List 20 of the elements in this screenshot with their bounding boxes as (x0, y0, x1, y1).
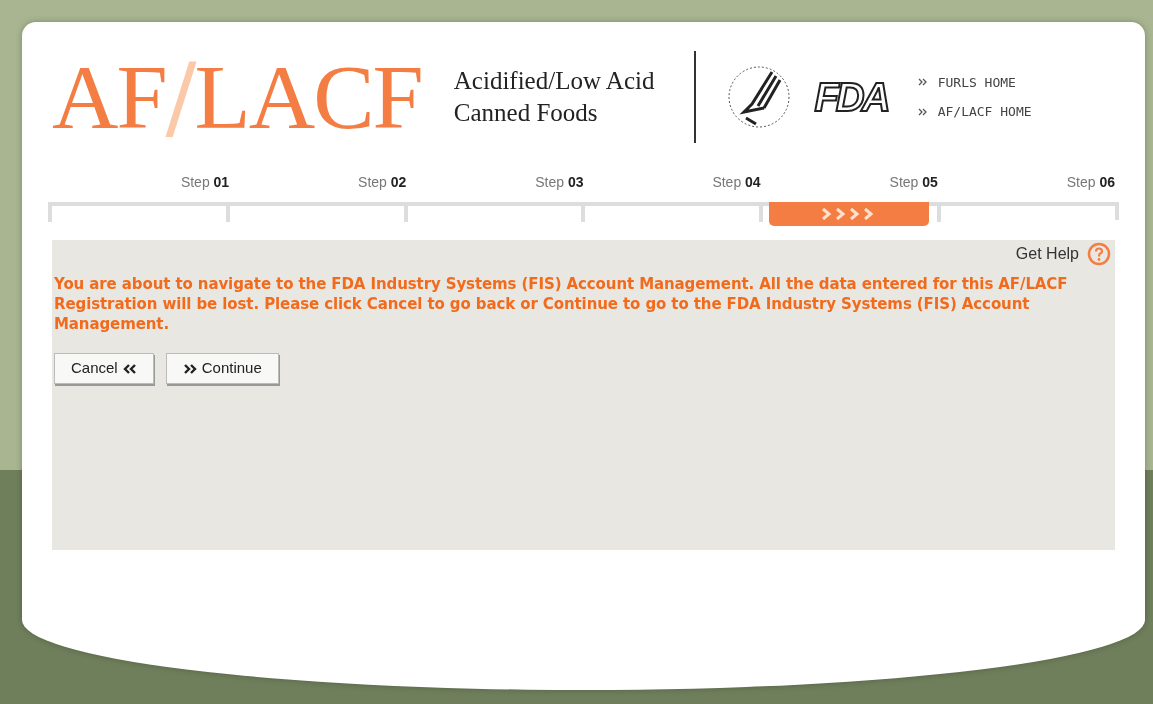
site-subtitle: Acidified/Low Acid Canned Foods (453, 66, 655, 128)
step-label: Step 05 (889, 174, 938, 190)
step-label: Step 03 (535, 174, 584, 190)
help-icon[interactable] (1087, 242, 1111, 266)
double-chevron-left-icon (122, 362, 137, 375)
nav-link[interactable]: FURLS HOME (937, 72, 1016, 92)
continue-button[interactable]: Continue (165, 353, 279, 384)
warning-message: You are about to navigate to the FDA Industry Systems (FIS) Account Management. All the data entered for this AF/LACF Registration will be lost. Please click Cancel to go back or Continue to go to the FDA Industry Systems (FIS) Account Management. (54, 274, 1069, 334)
agency-wordmark: FDA (814, 74, 888, 121)
double-chevron-right-icon (182, 362, 197, 375)
site-logo: AF/LACF (52, 51, 422, 143)
step-label: Step 02 (358, 174, 407, 190)
step-label: Step 04 (712, 174, 761, 190)
double-chevron-icon (917, 106, 928, 117)
step-label: Step 01 (180, 174, 230, 190)
get-help-link[interactable]: Get Help (1015, 242, 1079, 266)
double-chevron-icon (917, 77, 928, 88)
cancel-button[interactable]: Cancel (54, 353, 154, 384)
step-label: Step 06 (1066, 174, 1115, 190)
nav-link[interactable]: AF/LACF HOME (937, 102, 1032, 122)
